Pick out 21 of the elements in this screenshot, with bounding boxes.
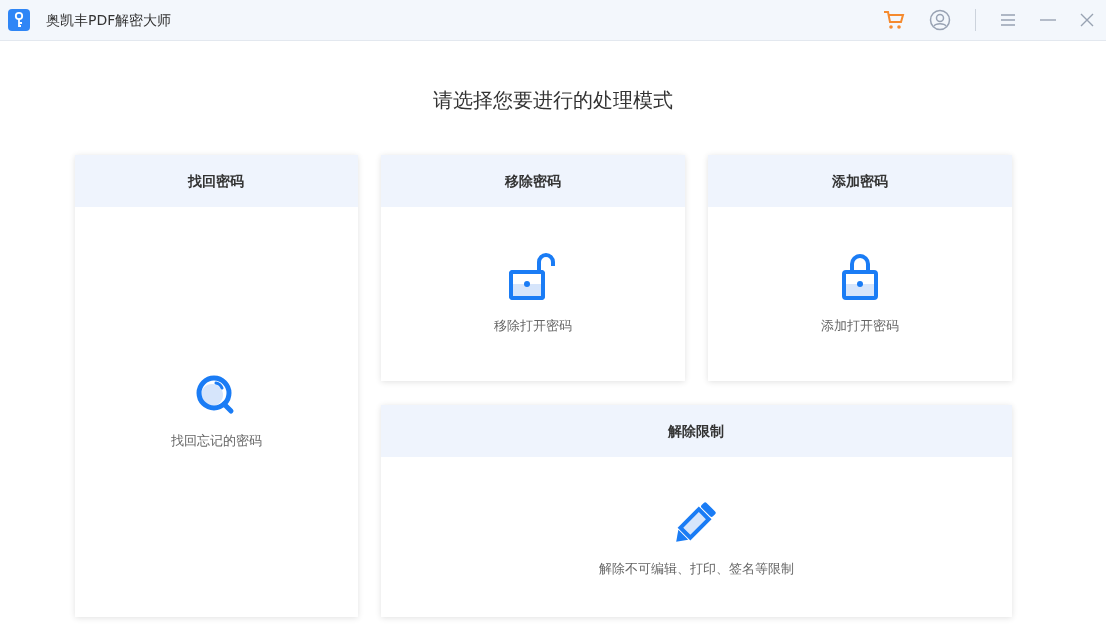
mode-card[interactable]: 添加密码 添加打开密码 <box>707 155 1012 381</box>
padlock-icon <box>840 252 879 303</box>
close-icon[interactable] <box>1080 13 1094 27</box>
card-title: 找回密码 <box>74 155 358 207</box>
mode-card[interactable]: 找回密码 找回忘记的密码 <box>74 155 358 617</box>
card-title: 添加密码 <box>707 155 1012 207</box>
page-heading: 请选择您要进行的处理模式 <box>432 87 674 114</box>
unlocked-padlock-icon <box>508 252 557 303</box>
card-caption: 解除不可编辑、打印、签名等限制 <box>598 560 794 578</box>
card-caption: 移除打开密码 <box>493 317 572 336</box>
window-title: 奥凯丰PDF解密大师 <box>46 10 172 30</box>
cart-icon[interactable] <box>883 10 905 30</box>
card-caption: 找回忘记的密码 <box>170 432 262 451</box>
card-title: 移除密码 <box>380 155 685 207</box>
mode-card[interactable]: 移除密码 移除打开密码 <box>380 155 685 381</box>
user-icon[interactable] <box>929 9 951 31</box>
card-title: 解除限制 <box>380 405 1012 457</box>
key-icon <box>8 9 30 31</box>
menu-icon[interactable] <box>1000 13 1016 27</box>
mode-card[interactable]: 解除限制 解除不可编辑、打印、签名等限制 <box>380 405 1012 617</box>
card-caption: 添加打开密码 <box>820 317 899 336</box>
